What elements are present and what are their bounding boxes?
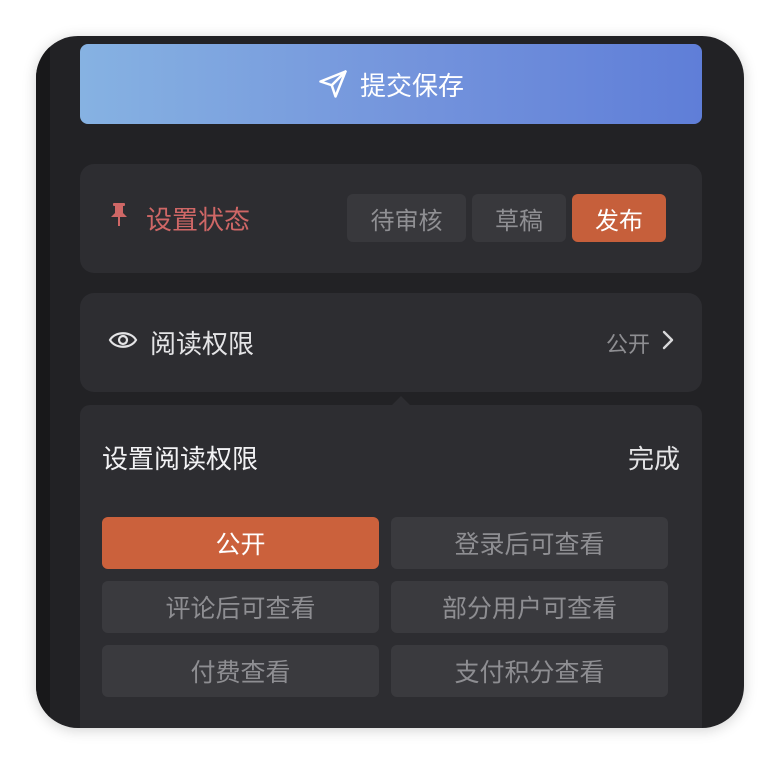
submit-save-label: 提交保存 [359,71,464,102]
status-option-draft[interactable]: 草稿 [472,194,566,242]
panel-title: 设置阅读权限 [102,445,259,475]
read-permission-row: 阅读权限 [108,293,254,392]
popover-caret [392,396,410,405]
status-row: 设置状态 [108,164,250,273]
left-edge [36,36,50,728]
pin-icon [108,202,130,235]
permission-option-points[interactable]: 支付积分查看 [391,645,668,697]
permission-option-some-users[interactable]: 部分用户可查看 [391,581,668,633]
status-option-publish[interactable]: 发布 [572,194,666,242]
submit-save-button[interactable]: 提交保存 [80,44,702,124]
read-permission-panel: 设置阅读权限 完成 公开 登录后可查看 评论后可查看 部分用户可查看 付费查看 … [80,405,702,728]
permission-option-public[interactable]: 公开 [102,517,379,569]
read-permission-value: 公开 [605,332,650,358]
read-permission-card[interactable]: 阅读权限 公开 [80,293,702,392]
status-options: 待审核 草稿 发布 [347,194,666,242]
permission-options: 公开 登录后可查看 评论后可查看 部分用户可查看 付费查看 支付积分查看 [102,517,668,697]
status-card: 设置状态 待审核 草稿 发布 [80,164,702,273]
read-permission-label: 阅读权限 [150,330,255,360]
permission-option-paid[interactable]: 付费查看 [102,645,379,697]
chevron-right-icon [662,330,674,356]
status-option-pending[interactable]: 待审核 [347,194,466,242]
done-button[interactable]: 完成 [628,439,680,476]
status-label: 设置状态 [146,206,251,236]
permission-option-login[interactable]: 登录后可查看 [391,517,668,569]
read-permission-value-row[interactable]: 公开 [606,293,674,392]
phone-frame: 提交保存 设置状态 待审核 草稿 发布 阅读权限 公开 设置阅读权限 完成 公开… [36,36,744,728]
permission-option-comment[interactable]: 评论后可查看 [102,581,379,633]
paper-plane-icon [318,69,348,99]
eye-icon [108,328,138,358]
